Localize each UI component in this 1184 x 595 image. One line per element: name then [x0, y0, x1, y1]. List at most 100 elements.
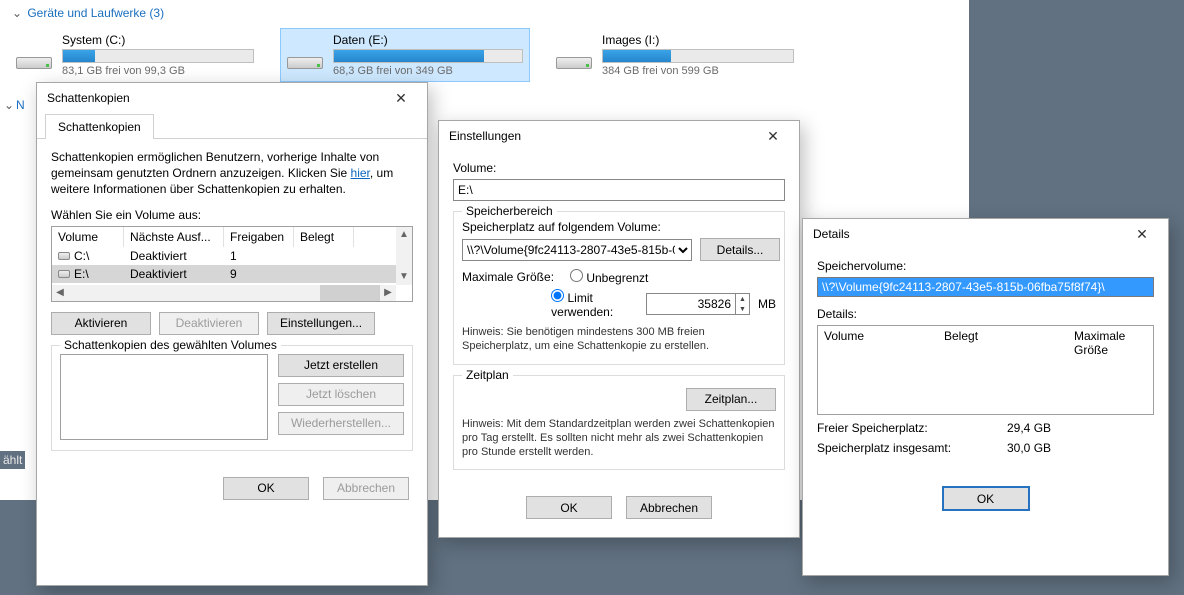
- cancel-button[interactable]: Abbrechen: [626, 496, 712, 519]
- drive-title: System (C:): [62, 33, 254, 47]
- volume-list[interactable]: Volume Nächste Ausf... Freigaben Belegt …: [51, 226, 413, 302]
- total-space-label: Speicherplatz insgesamt:: [817, 441, 1007, 455]
- dialog-title: Schattenkopien: [47, 91, 130, 105]
- horizontal-scrollbar[interactable]: ◀▶: [52, 285, 396, 301]
- radio-limit[interactable]: Limit verwenden:: [551, 289, 638, 319]
- snapshots-legend: Schattenkopien des gewählten Volumes: [60, 338, 281, 352]
- drive-title: Images (I:): [602, 33, 794, 47]
- list-row[interactable]: C:\ Deaktiviert 1: [52, 247, 412, 265]
- drive-system-c[interactable]: System (C:) 83,1 GB frei von 99,3 GB: [10, 28, 260, 82]
- schedule-legend: Zeitplan: [462, 368, 513, 382]
- drive-images-i[interactable]: Images (I:) 384 GB frei von 599 GB: [550, 28, 800, 82]
- drive-usage-bar: [333, 49, 523, 63]
- disk-icon: [58, 270, 70, 278]
- restore-button[interactable]: Wiederherstellen...: [278, 412, 404, 435]
- settings-button[interactable]: Einstellungen...: [267, 312, 375, 335]
- snapshot-list[interactable]: [60, 354, 268, 440]
- storage-legend: Speicherbereich: [462, 204, 557, 218]
- close-icon[interactable]: ✕: [1122, 222, 1162, 246]
- spin-up-icon[interactable]: ▲: [736, 294, 749, 304]
- storage-group: Speicherbereich Speicherplatz auf folgen…: [453, 211, 785, 365]
- snapshots-group: Schattenkopien des gewählten Volumes Jet…: [51, 345, 413, 451]
- drives-list: System (C:) 83,1 GB frei von 99,3 GB Dat…: [10, 28, 969, 82]
- disk-icon: [58, 252, 70, 260]
- drive-title: Daten (E:): [333, 33, 523, 47]
- limit-unit: MB: [758, 297, 776, 311]
- cancel-button[interactable]: Abbrechen: [323, 477, 409, 500]
- drive-icon: [556, 37, 592, 73]
- volume-label: Volume:: [453, 161, 785, 175]
- section-header-partial: ⌄ N: [0, 94, 20, 116]
- spin-down-icon[interactable]: ▼: [736, 304, 749, 314]
- free-space-value: 29,4 GB: [1007, 421, 1051, 435]
- col-maxsize[interactable]: Maximale Größe: [1068, 326, 1153, 360]
- scroll-left-icon[interactable]: ◀: [52, 285, 68, 301]
- pick-volume-label: Wählen Sie ein Volume aus:: [51, 208, 413, 222]
- shadow-copies-dialog: Schattenkopien ✕ Schattenkopien Schatten…: [36, 82, 428, 586]
- store-volume-select[interactable]: \\?\Volume{9fc24113-2807-43e5-815b-06fba…: [462, 239, 692, 261]
- close-icon[interactable]: ✕: [753, 124, 793, 148]
- chevron-down-icon: ⌄: [12, 6, 22, 20]
- ok-button[interactable]: OK: [943, 487, 1029, 510]
- scroll-up-icon[interactable]: ▲: [396, 227, 412, 243]
- drive-daten-e[interactable]: Daten (E:) 68,3 GB frei von 349 GB: [280, 28, 530, 82]
- schedule-group: Zeitplan Zeitplan... Hinweis: Mit dem St…: [453, 375, 785, 471]
- schedule-button[interactable]: Zeitplan...: [686, 388, 776, 411]
- activate-button[interactable]: Aktivieren: [51, 312, 151, 335]
- free-space-label: Freier Speicherplatz:: [817, 421, 1007, 435]
- tab-schattenkopien[interactable]: Schattenkopien: [45, 114, 154, 139]
- storage-volume-label: Speichervolume:: [817, 259, 1154, 273]
- drive-usage-bar: [62, 49, 254, 63]
- scroll-right-icon[interactable]: ▶: [380, 285, 396, 301]
- ok-button[interactable]: OK: [526, 496, 612, 519]
- total-space-value: 30,0 GB: [1007, 441, 1051, 455]
- details-dialog: Details ✕ Speichervolume: \\?\Volume{9fc…: [802, 218, 1169, 576]
- dialog-title: Einstellungen: [449, 129, 521, 143]
- col-volume[interactable]: Volume: [52, 227, 124, 247]
- drive-subtitle: 384 GB frei von 599 GB: [602, 65, 794, 77]
- vertical-scrollbar[interactable]: ▲▼: [396, 227, 412, 285]
- list-row[interactable]: E:\ Deaktiviert 9: [52, 265, 412, 283]
- col-used[interactable]: Belegt: [294, 227, 354, 247]
- volume-field[interactable]: [453, 179, 785, 201]
- titlebar[interactable]: Einstellungen ✕: [439, 121, 799, 151]
- col-next[interactable]: Nächste Ausf...: [124, 227, 224, 247]
- dialog-title: Details: [813, 227, 850, 241]
- details-list[interactable]: Volume Belegt Maximale Größe: [817, 325, 1154, 415]
- list-header[interactable]: Volume Nächste Ausf... Freigaben Belegt: [52, 227, 412, 247]
- radio-unlimited[interactable]: Unbegrenzt: [570, 269, 648, 285]
- close-icon[interactable]: ✕: [381, 86, 421, 110]
- storage-volume-field[interactable]: \\?\Volume{9fc24113-2807-43e5-815b-06fba…: [817, 277, 1154, 297]
- settings-dialog: Einstellungen ✕ Volume: Speicherbereich …: [438, 120, 800, 538]
- details-header[interactable]: Volume Belegt Maximale Größe: [818, 326, 1153, 360]
- limit-value-input[interactable]: [646, 293, 736, 315]
- deactivate-button[interactable]: Deaktivieren: [159, 312, 259, 335]
- col-used[interactable]: Belegt: [938, 326, 1068, 360]
- drive-subtitle: 68,3 GB frei von 349 GB: [333, 65, 523, 77]
- section-title: Geräte und Laufwerke (3): [27, 6, 164, 20]
- ok-button[interactable]: OK: [223, 477, 309, 500]
- create-now-button[interactable]: Jetzt erstellen: [278, 354, 404, 377]
- intro-text: Schattenkopien ermöglichen Benutzern, vo…: [51, 149, 413, 198]
- drive-icon: [16, 37, 52, 73]
- status-partial: ählt: [0, 451, 25, 469]
- chevron-down-icon: ⌄: [4, 98, 14, 112]
- drive-usage-bar: [602, 49, 794, 63]
- devices-section-header[interactable]: ⌄ Geräte und Laufwerke (3): [10, 2, 969, 28]
- titlebar[interactable]: Schattenkopien ✕: [37, 83, 427, 113]
- details-button[interactable]: Details...: [700, 238, 780, 261]
- delete-now-button[interactable]: Jetzt löschen: [278, 383, 404, 406]
- details-list-label: Details:: [817, 307, 1154, 321]
- maxsize-label: Maximale Größe:: [462, 270, 562, 284]
- col-volume[interactable]: Volume: [818, 326, 938, 360]
- drive-subtitle: 83,1 GB frei von 99,3 GB: [62, 65, 254, 77]
- titlebar[interactable]: Details ✕: [803, 219, 1168, 249]
- col-shares[interactable]: Freigaben: [224, 227, 294, 247]
- storage-hint: Hinweis: Sie benötigen mindestens 300 MB…: [462, 325, 776, 354]
- store-on-label: Speicherplatz auf folgendem Volume:: [462, 220, 776, 234]
- drive-icon: [287, 37, 323, 73]
- tabstrip: Schattenkopien: [37, 113, 427, 139]
- scroll-down-icon[interactable]: ▼: [396, 269, 412, 285]
- help-link[interactable]: hier: [351, 166, 370, 180]
- spin-buttons[interactable]: ▲▼: [736, 293, 750, 315]
